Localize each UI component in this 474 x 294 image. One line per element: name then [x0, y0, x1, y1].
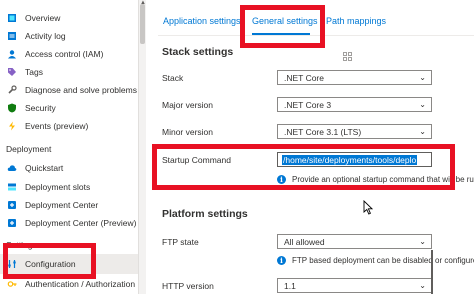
sidebar-item-label: Access control (IAM) — [25, 49, 104, 59]
sidebar-scrollbar[interactable]: ▲ — [138, 0, 146, 294]
iam-icon — [6, 49, 17, 60]
mouse-cursor-icon — [363, 199, 374, 220]
deployment-center-icon — [6, 200, 17, 211]
highlight-general-settings — [240, 5, 325, 48]
sidebar-item-label: Security — [25, 103, 56, 113]
chevron-down-icon: ⌄ — [419, 127, 426, 136]
highlight-configuration — [3, 243, 96, 279]
minor-version-dropdown[interactable]: .NET Core 3.1 (LTS) ⌄ — [277, 124, 432, 139]
sidebar-item-label: Deployment slots — [25, 182, 91, 192]
sidebar-item-label: Quickstart — [25, 163, 64, 173]
wrench-icon — [6, 85, 17, 96]
shield-icon — [6, 103, 17, 114]
major-version-dropdown[interactable]: .NET Core 3 ⌄ — [277, 97, 432, 112]
major-version-value: .NET Core 3 — [284, 99, 332, 110]
sidebar-item-label: Activity log — [25, 31, 66, 41]
http-version-value: 1.1 — [284, 280, 296, 291]
sidebar-item-label: Diagnose and solve problems — [25, 85, 137, 95]
sidebar-item-deployment-slots[interactable]: Deployment slots — [0, 177, 138, 197]
stack-label: Stack — [162, 73, 184, 83]
sidebar-item-label: Deployment Center — [25, 200, 99, 210]
sidebar-item-label: Overview — [25, 13, 61, 23]
http-version-dropdown[interactable]: 1.1 ⌄ — [277, 278, 432, 293]
activity-log-icon — [6, 31, 17, 42]
sidebar-item-deployment-center-preview[interactable]: Deployment Center (Preview) — [0, 213, 138, 233]
minor-version-value: .NET Core 3.1 (LTS) — [284, 126, 362, 137]
sidebar-item-activity-log[interactable]: Activity log — [0, 26, 138, 46]
info-icon: i — [277, 256, 286, 265]
lightning-icon — [6, 121, 17, 132]
content-scrollbar[interactable] — [431, 250, 433, 294]
highlight-startup-command — [152, 144, 455, 190]
tab-application-settings[interactable]: Application settings — [163, 16, 241, 26]
stack-settings-heading: Stack settings — [162, 46, 234, 58]
http-version-label: HTTP version — [162, 281, 214, 291]
cloud-icon — [6, 163, 17, 174]
ftp-state-label: FTP state — [162, 237, 199, 247]
major-version-label: Major version — [162, 100, 214, 110]
chevron-down-icon: ⌄ — [419, 100, 426, 109]
sidebar-item-label: Events (preview) — [25, 121, 89, 131]
scrollbar-thumb[interactable] — [140, 4, 145, 44]
sidebar-item-diagnose[interactable]: Diagnose and solve problems — [0, 80, 138, 100]
stack-value: .NET Core — [284, 72, 324, 83]
stack-dropdown[interactable]: .NET Core ⌄ — [277, 70, 432, 85]
section-deployment: Deployment — [6, 144, 52, 154]
ftp-info-text: FTP based deployment can be disabled or … — [292, 256, 474, 265]
sidebar-item-label: Tags — [25, 67, 43, 77]
grid-icon — [343, 52, 352, 61]
chevron-down-icon: ⌄ — [419, 73, 426, 82]
deployment-center-preview-icon — [6, 218, 17, 229]
sidebar-item-tags[interactable]: Tags — [0, 62, 138, 82]
ftp-info: i FTP based deployment can be disabled o… — [277, 256, 474, 265]
chevron-down-icon: ⌄ — [419, 281, 426, 290]
chevron-down-icon: ⌄ — [419, 237, 426, 246]
slots-icon — [6, 182, 17, 193]
auth-icon — [6, 279, 17, 290]
sidebar-item-access-control[interactable]: Access control (IAM) — [0, 44, 138, 64]
sidebar-item-label: Deployment Center (Preview) — [25, 218, 137, 228]
sidebar-item-label: Authentication / Authorization — [25, 279, 136, 289]
tab-path-mappings[interactable]: Path mappings — [326, 16, 386, 26]
sidebar-item-events[interactable]: Events (preview) — [0, 116, 138, 136]
tag-icon — [6, 67, 17, 78]
minor-version-label: Minor version — [162, 127, 214, 137]
platform-settings-heading: Platform settings — [162, 208, 248, 220]
ftp-state-value: All allowed — [284, 236, 325, 247]
ftp-state-dropdown[interactable]: All allowed ⌄ — [277, 234, 432, 249]
sidebar-item-overview[interactable]: Overview — [0, 8, 138, 28]
overview-icon — [6, 13, 17, 24]
sidebar-item-deployment-center[interactable]: Deployment Center — [0, 195, 138, 215]
sidebar-item-quickstart[interactable]: Quickstart — [0, 158, 138, 178]
sidebar-item-security[interactable]: Security — [0, 98, 138, 118]
